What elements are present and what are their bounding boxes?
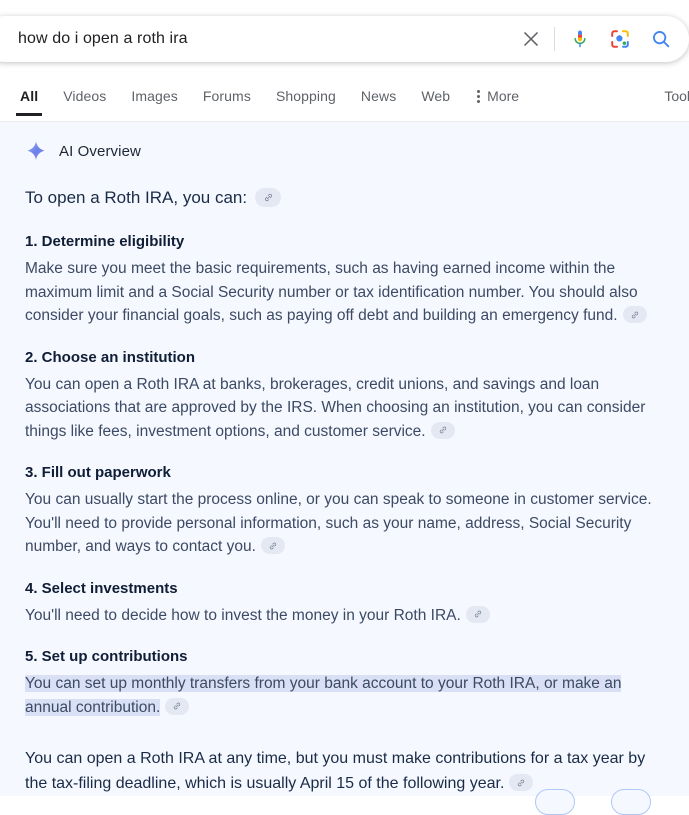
section-body-text: You can open a Roth IRA at banks, broker…	[25, 375, 646, 440]
nav-tab-all[interactable]: All	[15, 78, 43, 116]
nav-tab-news[interactable]: News	[361, 78, 396, 116]
nav-tab-label: News	[360, 88, 397, 104]
link-icon[interactable]	[165, 697, 190, 715]
link-icon[interactable]	[260, 537, 285, 555]
section-title: 4. Select investments	[25, 579, 178, 597]
section-body-text: You'll need to decide how to invest the …	[25, 606, 461, 624]
microphone-icon[interactable]	[565, 24, 595, 54]
nav-tab-web[interactable]: Web	[421, 78, 450, 116]
link-icon[interactable]	[430, 421, 455, 439]
nav-tab-label: Images	[131, 88, 178, 104]
nav-more-button[interactable]: More	[475, 78, 519, 116]
section-body: You can open a Roth IRA at banks, broker…	[25, 373, 657, 444]
link-icon[interactable]	[255, 187, 282, 207]
search-nav-tabs: All Videos Images Forums Shopping News W…	[0, 78, 689, 122]
ai-overview-content: AI Overview To open a Roth IRA, you can:…	[0, 122, 689, 796]
section-title: 2. Choose an institution	[25, 348, 196, 366]
ai-overview-lead-text: To open a Roth IRA, you can:	[25, 188, 248, 207]
link-icon[interactable]	[509, 774, 534, 792]
link-icon[interactable]	[622, 306, 647, 324]
search-box[interactable]	[0, 16, 689, 62]
nav-tab-label: All	[20, 88, 39, 104]
clear-icon[interactable]	[514, 22, 548, 56]
nav-tab-forums[interactable]: Forums	[203, 78, 251, 116]
search-submit-icon[interactable]	[647, 25, 675, 53]
section-title: 1. Determine eligibility	[25, 233, 185, 250]
nav-tab-label: Videos	[63, 88, 107, 104]
nav-tab-label: Forums	[202, 88, 251, 104]
ai-overview-title: AI Overview	[59, 142, 141, 160]
tools-label: Tools	[664, 88, 689, 104]
search-header	[0, 0, 689, 78]
section-title: 3. Fill out paperwork	[25, 464, 171, 481]
closing-paragraph-text: You can open a Roth IRA at any time, but…	[25, 750, 646, 792]
nav-tab-videos[interactable]: Videos	[63, 78, 106, 116]
google-lens-icon[interactable]	[605, 24, 635, 54]
nav-more-label: More	[487, 88, 520, 104]
ai-overview-lead: To open a Roth IRA, you can:	[25, 185, 675, 211]
section-body-selected: You can set up monthly transfers from yo…	[25, 672, 659, 719]
section-title: 5. Set up contributions	[25, 648, 188, 665]
nav-tab-shopping[interactable]: Shopping	[276, 78, 336, 116]
section-body-text: Make sure you meet the basic requirement…	[25, 260, 638, 324]
ai-overview-panel: AI Overview To open a Roth IRA, you can:…	[0, 122, 689, 815]
ai-overview-header: AI Overview	[25, 140, 675, 162]
more-vertical-icon	[475, 89, 481, 103]
selected-text: You can set up monthly transfers from yo…	[25, 675, 622, 716]
section-body: You'll need to decide how to invest the …	[25, 604, 657, 628]
ai-overview-closing-paragraph: You can open a Roth IRA at any time, but…	[25, 746, 655, 796]
search-divider	[554, 27, 555, 51]
section-body: Make sure you meet the basic requirement…	[25, 257, 657, 328]
link-icon[interactable]	[465, 605, 490, 623]
nav-tab-label: Shopping	[275, 88, 336, 104]
section-body: You can usually start the process online…	[25, 488, 657, 559]
tools-button[interactable]: Tools	[664, 78, 689, 116]
nav-tab-images[interactable]: Images	[131, 78, 178, 116]
nav-tab-label: Web	[421, 88, 451, 104]
search-input[interactable]	[18, 30, 514, 48]
sparkle-icon	[25, 140, 47, 162]
section-body-text: You can usually start the process online…	[25, 491, 652, 555]
nav-item-list: All Videos Images Forums Shopping News W…	[0, 78, 519, 116]
